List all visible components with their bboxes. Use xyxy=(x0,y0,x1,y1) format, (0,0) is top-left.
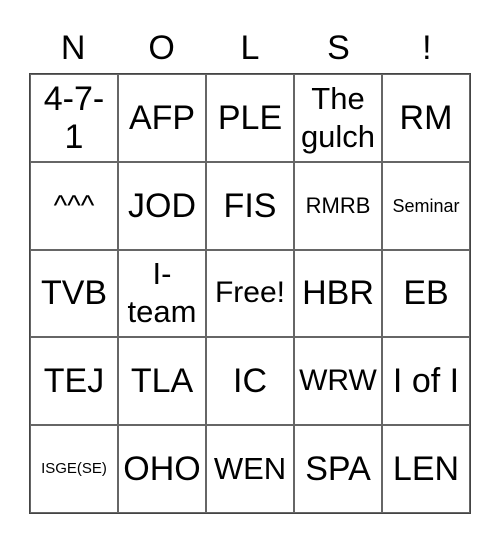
bingo-cell[interactable]: TLA xyxy=(118,337,206,426)
bingo-cell[interactable]: FIS xyxy=(206,161,294,250)
header-letter-l: L xyxy=(240,29,260,67)
bingo-header: N O L S ! xyxy=(29,26,471,70)
bingo-cell[interactable]: WEN xyxy=(206,425,294,513)
header-letter-n: N xyxy=(60,29,86,67)
bingo-cell[interactable]: I of I xyxy=(382,337,470,426)
bingo-cell[interactable]: PLE xyxy=(206,74,294,162)
bingo-cell[interactable]: WRW xyxy=(294,337,382,426)
bingo-cell[interactable]: AFP xyxy=(118,74,206,162)
bingo-cell[interactable]: SPA xyxy=(294,425,382,513)
bingo-cell[interactable]: ^^^ xyxy=(30,161,118,250)
bingo-cell[interactable]: 4-7-1 xyxy=(30,74,118,162)
bingo-cell[interactable]: TEJ xyxy=(30,337,118,426)
header-letter-s: S xyxy=(327,29,350,67)
bingo-cell[interactable]: The gulch xyxy=(294,74,382,162)
bingo-free-cell[interactable]: Free! xyxy=(206,249,294,338)
bingo-cell[interactable]: RM xyxy=(382,74,470,162)
bingo-cell[interactable]: EB xyxy=(382,249,470,338)
bingo-cell[interactable]: I-team xyxy=(118,249,206,338)
bingo-cell[interactable]: IC xyxy=(206,337,294,426)
bingo-cell[interactable]: HBR xyxy=(294,249,382,338)
header-letter-o: O xyxy=(148,29,175,67)
bingo-cell[interactable]: RMRB xyxy=(294,161,382,250)
bingo-cell[interactable]: Seminar xyxy=(382,161,470,250)
bingo-cell[interactable]: LEN xyxy=(382,425,470,513)
bingo-cell[interactable]: JOD xyxy=(118,161,206,250)
header-letter-exclaim: ! xyxy=(422,29,432,67)
bingo-cell[interactable]: ISGE(SE) xyxy=(30,425,118,513)
bingo-cell[interactable]: TVB xyxy=(30,249,118,338)
bingo-cell[interactable]: OHO xyxy=(118,425,206,513)
bingo-grid: 4-7-1 AFP PLE The gulch RM ^^^ JOD FIS R… xyxy=(29,73,471,514)
